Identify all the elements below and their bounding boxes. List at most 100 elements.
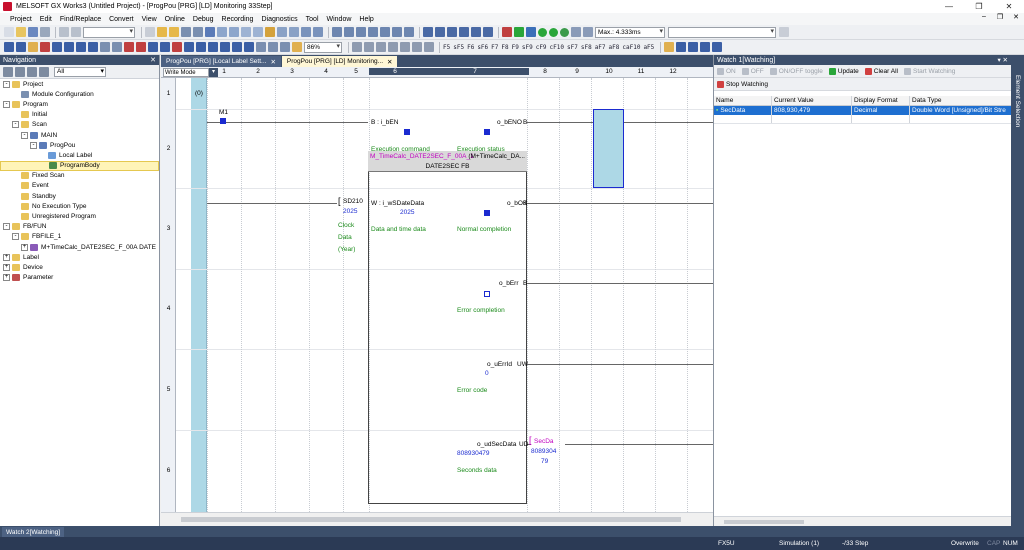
label-list-icon[interactable] [392, 27, 402, 37]
sim-icon[interactable] [289, 27, 299, 37]
delete-icon[interactable] [40, 42, 50, 52]
device-list-icon[interactable] [380, 27, 390, 37]
collapse-icon[interactable]: - [12, 233, 19, 241]
del-hline-icon[interactable]: cF9 [536, 44, 547, 51]
tree-node[interactable]: + M+TimeCalc_DATE2SEC_F_00A DATE [0, 242, 159, 252]
register-icon[interactable] [241, 27, 251, 37]
menu-tool[interactable]: Tool [306, 16, 319, 23]
struct-icon[interactable] [483, 27, 493, 37]
stop-icon[interactable] [502, 27, 512, 37]
selected-cell[interactable] [593, 109, 624, 188]
find-icon[interactable] [344, 27, 354, 37]
rise-icon[interactable]: sF7 [567, 44, 578, 51]
tree-node[interactable]: ProgramBody [0, 160, 159, 171]
tree-node[interactable]: Event [0, 181, 159, 191]
tree-node[interactable]: + Parameter [0, 273, 159, 283]
step-icon[interactable] [583, 27, 593, 37]
del-vline-icon[interactable]: cF10 [550, 44, 564, 51]
watch-scrollbar[interactable] [714, 516, 1012, 526]
tree-node[interactable]: No Execution Type [0, 201, 159, 211]
col-name[interactable]: Name [714, 96, 772, 105]
watch-pane-controls-icon[interactable]: ▾ ✕ [997, 56, 1011, 64]
horizontal-scrollbar[interactable] [161, 512, 713, 526]
tree-node[interactable]: - FB/FUN [0, 222, 159, 232]
watch-on-button[interactable]: ON [717, 67, 736, 75]
menu-online[interactable]: Online [165, 16, 185, 23]
invert-icon[interactable]: caF10 [622, 44, 640, 51]
monitor-icon[interactable] [205, 27, 215, 37]
ladder-icon[interactable] [423, 27, 433, 37]
collapse-icon[interactable]: - [21, 131, 28, 139]
col-display-format[interactable]: Display Format [852, 96, 910, 105]
write-mode-select[interactable]: Write Mode ▾ [163, 68, 218, 77]
element-selection-tab[interactable]: Element Selection [1014, 75, 1021, 127]
menu-recording[interactable]: Recording [222, 16, 254, 23]
vline-key-icon[interactable]: sF9 [522, 44, 533, 51]
tab-watch-2[interactable]: Watch 2[Watching] [2, 527, 65, 537]
watch-clear-button[interactable]: Clear All [864, 67, 898, 75]
print-preview-icon[interactable] [332, 27, 342, 37]
scan-icon[interactable] [301, 27, 311, 37]
expand-all-icon[interactable] [3, 66, 13, 77]
verify-icon[interactable] [181, 27, 191, 37]
scrollbar-thumb[interactable] [724, 520, 804, 524]
cycle-icon[interactable] [571, 27, 581, 37]
convert-icon[interactable] [100, 42, 110, 52]
zoom-combo[interactable]: 86% [304, 41, 342, 53]
collapse-icon[interactable]: - [12, 121, 19, 129]
note-icon[interactable] [160, 42, 170, 52]
watch-icon[interactable] [217, 27, 227, 37]
collapse-icon[interactable]: - [30, 141, 37, 149]
tree-node[interactable]: Module Configuration [0, 89, 159, 99]
remote-icon[interactable] [193, 27, 203, 37]
breakpoint-icon[interactable] [172, 42, 182, 52]
tree-node[interactable]: - Project [0, 79, 159, 89]
zoom-fit-icon[interactable] [292, 42, 302, 52]
collapse-icon[interactable]: - [3, 80, 10, 88]
tree-node[interactable]: - MAIN [0, 130, 159, 140]
tab-local-label[interactable]: ProgPou [PRG] [Local Label Sett... ✕ [161, 56, 281, 67]
replace-icon[interactable] [356, 27, 366, 37]
cross-ref-icon[interactable] [368, 27, 378, 37]
tree-node[interactable]: Fixed Scan [0, 171, 159, 181]
delete-line-icon[interactable] [388, 42, 398, 52]
tab-close-icon[interactable]: ✕ [387, 58, 392, 66]
online-change-icon[interactable] [124, 42, 134, 52]
tree-node[interactable]: - Scan [0, 120, 159, 130]
menu-edit[interactable]: Edit [40, 16, 52, 23]
line-icon[interactable] [352, 42, 362, 52]
mdi-close-icon[interactable]: ✕ [1008, 13, 1024, 21]
col-current-value[interactable]: Current Value [772, 96, 852, 105]
zoom-in-icon[interactable] [268, 42, 278, 52]
tree-node[interactable]: - FBFILE_1 [0, 232, 159, 242]
test-icon[interactable] [277, 27, 287, 37]
print-icon[interactable] [40, 27, 50, 37]
table-row[interactable] [714, 115, 1012, 124]
erase-icon[interactable] [412, 42, 422, 52]
insert-row-icon[interactable] [52, 42, 62, 52]
contact-m1[interactable] [220, 118, 226, 124]
scan-time-combo[interactable]: Max.: 4.333ms [595, 26, 665, 38]
rise-p-icon[interactable]: aF7 [595, 44, 606, 51]
menu-view[interactable]: View [142, 16, 157, 23]
collapse-all-icon[interactable] [15, 66, 25, 77]
open-icon[interactable] [16, 27, 26, 37]
comment-mode-icon[interactable] [700, 42, 711, 52]
contact-no-icon[interactable]: F5 [443, 44, 450, 51]
diag-icon[interactable] [265, 27, 275, 37]
scrollbar-thumb[interactable] [181, 517, 681, 522]
menu-find-replace[interactable]: Find/Replace [60, 16, 101, 23]
minimize-icon[interactable]: — [934, 0, 964, 13]
layout-icon[interactable] [256, 42, 266, 52]
tree-node[interactable]: - Program [0, 99, 159, 109]
sfc-icon[interactable] [459, 27, 469, 37]
fall-p-icon[interactable]: aF8 [609, 44, 620, 51]
redo-icon[interactable] [71, 27, 81, 37]
delete-col-icon[interactable] [88, 42, 98, 52]
save-icon[interactable] [28, 27, 38, 37]
op-icon[interactable]: aF5 [643, 44, 654, 51]
expand-icon[interactable]: + [3, 274, 10, 282]
tab-ld-monitoring[interactable]: ProgPou [PRG] [LD] Monitoring... ✕ [281, 56, 398, 67]
tree-node[interactable]: + Label [0, 252, 159, 262]
mdi-restore-icon[interactable]: ❐ [992, 13, 1008, 21]
